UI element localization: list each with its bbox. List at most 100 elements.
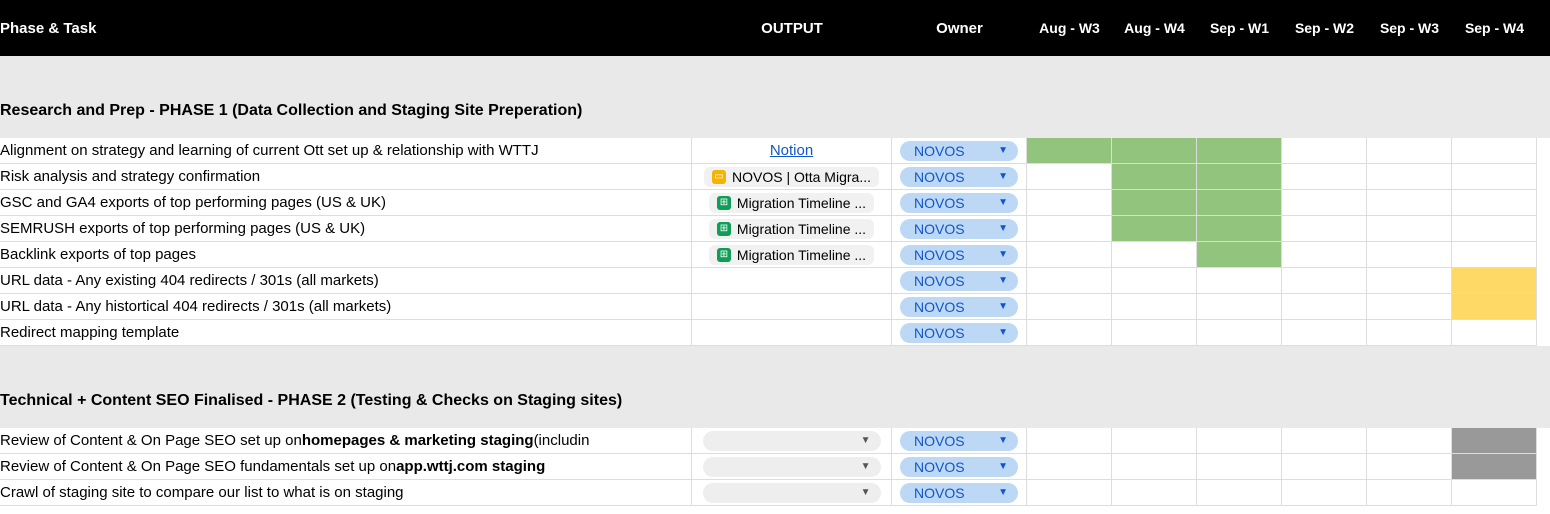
table-row: Crawl of staging site to compare our lis… <box>0 480 1550 506</box>
output-chip[interactable]: ⊞Migration Timeline ... <box>709 245 874 265</box>
gantt-cell[interactable] <box>1452 242 1537 268</box>
gantt-cell[interactable] <box>1367 480 1452 506</box>
task-cell[interactable]: Crawl of staging site to compare our lis… <box>0 480 692 506</box>
owner-dropdown[interactable]: NOVOS▼ <box>900 483 1018 503</box>
gantt-cell[interactable] <box>1367 428 1452 454</box>
gantt-cell[interactable] <box>1112 480 1197 506</box>
gantt-cell[interactable] <box>1027 428 1112 454</box>
gantt-cell[interactable] <box>1027 454 1112 480</box>
gantt-cell[interactable] <box>1282 268 1367 294</box>
owner-dropdown[interactable]: NOVOS▼ <box>900 323 1018 343</box>
gantt-cell[interactable] <box>1112 294 1197 320</box>
gantt-cell[interactable] <box>1112 138 1197 164</box>
task-cell[interactable]: Alignment on strategy and learning of cu… <box>0 138 692 164</box>
gantt-cell[interactable] <box>1197 138 1282 164</box>
gantt-cell[interactable] <box>1452 138 1537 164</box>
gantt-cell[interactable] <box>1027 242 1112 268</box>
gantt-cell[interactable] <box>1027 216 1112 242</box>
gantt-cell[interactable] <box>1282 320 1367 346</box>
gantt-cell[interactable] <box>1197 454 1282 480</box>
gantt-cell[interactable] <box>1367 454 1452 480</box>
owner-dropdown[interactable]: NOVOS▼ <box>900 141 1018 161</box>
task-cell[interactable]: GSC and GA4 exports of top performing pa… <box>0 190 692 216</box>
gantt-cell[interactable] <box>1452 216 1537 242</box>
output-dropdown[interactable]: ▼ <box>703 457 881 477</box>
task-cell[interactable]: Risk analysis and strategy confirmation <box>0 164 692 190</box>
gantt-cell[interactable] <box>1112 428 1197 454</box>
gantt-cell[interactable] <box>1112 164 1197 190</box>
gantt-cell[interactable] <box>1027 294 1112 320</box>
chevron-down-icon: ▼ <box>861 461 871 472</box>
gantt-cell[interactable] <box>1027 190 1112 216</box>
gantt-cell[interactable] <box>1197 294 1282 320</box>
gantt-cell[interactable] <box>1367 190 1452 216</box>
gantt-cell[interactable] <box>1027 138 1112 164</box>
gantt-cell[interactable] <box>1282 480 1367 506</box>
gantt-cell[interactable] <box>1452 190 1537 216</box>
gantt-cell[interactable] <box>1452 454 1537 480</box>
owner-dropdown[interactable]: NOVOS▼ <box>900 271 1018 291</box>
owner-dropdown[interactable]: NOVOS▼ <box>900 193 1018 213</box>
output-chip[interactable]: ⊞Migration Timeline ... <box>709 219 874 239</box>
gantt-cell[interactable] <box>1452 164 1537 190</box>
gantt-cell[interactable] <box>1367 242 1452 268</box>
gantt-cell[interactable] <box>1112 320 1197 346</box>
owner-dropdown[interactable]: NOVOS▼ <box>900 457 1018 477</box>
task-cell[interactable]: Backlink exports of top pages <box>0 242 692 268</box>
task-cell[interactable]: URL data - Any histortical 404 redirects… <box>0 294 692 320</box>
owner-dropdown[interactable]: NOVOS▼ <box>900 167 1018 187</box>
task-cell[interactable]: Redirect mapping template <box>0 320 692 346</box>
gantt-cell[interactable] <box>1367 294 1452 320</box>
gantt-cell[interactable] <box>1282 164 1367 190</box>
output-chip[interactable]: ▭NOVOS | Otta Migra... <box>704 167 879 187</box>
gantt-cell[interactable] <box>1197 428 1282 454</box>
output-cell: ▼ <box>692 454 892 480</box>
gantt-cell[interactable] <box>1282 216 1367 242</box>
gantt-cell[interactable] <box>1282 190 1367 216</box>
gantt-cell[interactable] <box>1197 190 1282 216</box>
task-cell[interactable]: URL data - Any existing 404 redirects / … <box>0 268 692 294</box>
gantt-cell[interactable] <box>1112 190 1197 216</box>
gantt-cell[interactable] <box>1027 320 1112 346</box>
output-dropdown[interactable]: ▼ <box>703 483 881 503</box>
output-link[interactable]: Notion <box>770 142 813 159</box>
gantt-cell[interactable] <box>1367 138 1452 164</box>
gantt-cell[interactable] <box>1027 268 1112 294</box>
gantt-cell[interactable] <box>1452 320 1537 346</box>
gantt-cell[interactable] <box>1452 428 1537 454</box>
task-cell[interactable]: Review of Content & On Page SEO fundamen… <box>0 454 692 480</box>
gantt-cell[interactable] <box>1112 216 1197 242</box>
gantt-cell[interactable] <box>1452 294 1537 320</box>
task-cell[interactable]: SEMRUSH exports of top performing pages … <box>0 216 692 242</box>
gantt-cell[interactable] <box>1112 454 1197 480</box>
task-cell[interactable]: Review of Content & On Page SEO set up o… <box>0 428 692 454</box>
gantt-cell[interactable] <box>1112 242 1197 268</box>
gantt-cell[interactable] <box>1282 242 1367 268</box>
gantt-cell[interactable] <box>1282 428 1367 454</box>
gantt-cell[interactable] <box>1452 268 1537 294</box>
gantt-cell[interactable] <box>1197 242 1282 268</box>
owner-dropdown[interactable]: NOVOS▼ <box>900 219 1018 239</box>
gantt-cell[interactable] <box>1197 164 1282 190</box>
gantt-cell[interactable] <box>1197 268 1282 294</box>
output-dropdown[interactable]: ▼ <box>703 431 881 451</box>
gantt-cell[interactable] <box>1027 480 1112 506</box>
output-chip[interactable]: ⊞Migration Timeline ... <box>709 193 874 213</box>
owner-dropdown[interactable]: NOVOS▼ <box>900 431 1018 451</box>
chevron-down-icon: ▼ <box>861 435 871 446</box>
gantt-cell[interactable] <box>1367 320 1452 346</box>
gantt-cell[interactable] <box>1282 138 1367 164</box>
gantt-cell[interactable] <box>1282 294 1367 320</box>
gantt-cell[interactable] <box>1197 480 1282 506</box>
gantt-cell[interactable] <box>1112 268 1197 294</box>
gantt-cell[interactable] <box>1197 320 1282 346</box>
gantt-cell[interactable] <box>1367 164 1452 190</box>
owner-dropdown[interactable]: NOVOS▼ <box>900 245 1018 265</box>
gantt-cell[interactable] <box>1282 454 1367 480</box>
gantt-cell[interactable] <box>1197 216 1282 242</box>
owner-dropdown[interactable]: NOVOS▼ <box>900 297 1018 317</box>
gantt-cell[interactable] <box>1367 268 1452 294</box>
gantt-cell[interactable] <box>1027 164 1112 190</box>
gantt-cell[interactable] <box>1367 216 1452 242</box>
gantt-cell[interactable] <box>1452 480 1537 506</box>
